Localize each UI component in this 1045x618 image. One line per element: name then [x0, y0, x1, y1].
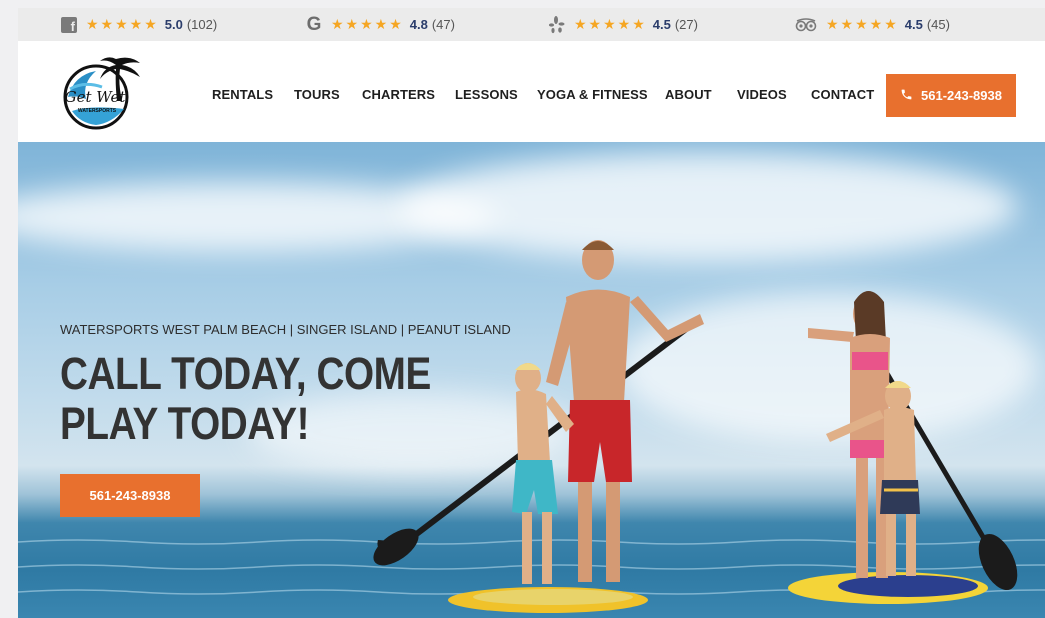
rating-score: 4.5: [652, 17, 671, 32]
rating-score: 4.5: [904, 17, 923, 32]
yelp-icon: [548, 15, 566, 34]
nav-rentals[interactable]: RENTALS: [212, 87, 273, 102]
logo-wordmark: Get Wet: [65, 88, 127, 106]
logo-emblem: Get Wet WATERSPORTS: [63, 57, 140, 130]
hero-banner: WATERSPORTS WEST PALM BEACH | SINGER ISL…: [18, 142, 1045, 618]
hero-call-button[interactable]: 561-243-8938: [60, 474, 200, 517]
rating-score: 5.0: [164, 17, 183, 32]
page: f ★★★★★ 5.0 (102) G ★★★★★ 4.8 (47) ★★★★★…: [18, 8, 1045, 618]
star-rating: ★★★★★: [826, 16, 899, 32]
hero-title: CALL TODAY, COME PLAY TODAY!: [60, 348, 431, 449]
rating-score: 4.8: [409, 17, 428, 32]
review-count: (47): [431, 17, 455, 32]
review-yelp[interactable]: ★★★★★ 4.5 (27): [548, 8, 698, 41]
logo-tagline: WATERSPORTS: [78, 108, 117, 114]
nav-videos[interactable]: VIDEOS: [737, 87, 787, 102]
review-tripadvisor[interactable]: ★★★★★ 4.5 (45): [794, 8, 950, 41]
star-rating: ★★★★★: [86, 16, 159, 32]
review-facebook[interactable]: f ★★★★★ 5.0 (102): [60, 8, 217, 41]
site-header: Get Wet WATERSPORTS RENTALS TOURS CHARTE…: [18, 41, 1045, 142]
site-logo[interactable]: Get Wet WATERSPORTS: [60, 53, 144, 133]
tripadvisor-icon: [794, 16, 818, 34]
hero-subtitle: WATERSPORTS WEST PALM BEACH | SINGER ISL…: [60, 322, 511, 337]
phone-icon: [900, 88, 913, 104]
star-rating: ★★★★★: [331, 16, 404, 32]
nav-about[interactable]: ABOUT: [665, 87, 712, 102]
review-google[interactable]: G ★★★★★ 4.8 (47): [305, 8, 455, 41]
nav-contact[interactable]: CONTACT: [811, 87, 874, 102]
nav-yoga-fitness[interactable]: YOGA & FITNESS: [537, 87, 648, 102]
google-icon: G: [306, 13, 322, 35]
nav-lessons[interactable]: LESSONS: [455, 87, 518, 102]
nav-charters[interactable]: CHARTERS: [362, 87, 435, 102]
star-rating: ★★★★★: [574, 16, 647, 32]
review-count: (102): [186, 17, 218, 32]
nav-tours[interactable]: TOURS: [294, 87, 340, 102]
review-bar: f ★★★★★ 5.0 (102) G ★★★★★ 4.8 (47) ★★★★★…: [18, 8, 1045, 41]
call-button[interactable]: 561-243-8938: [886, 74, 1016, 117]
review-count: (27): [674, 17, 698, 32]
facebook-icon: f: [60, 16, 78, 34]
review-count: (45): [926, 17, 950, 32]
call-button-label: 561-243-8938: [921, 88, 1002, 103]
